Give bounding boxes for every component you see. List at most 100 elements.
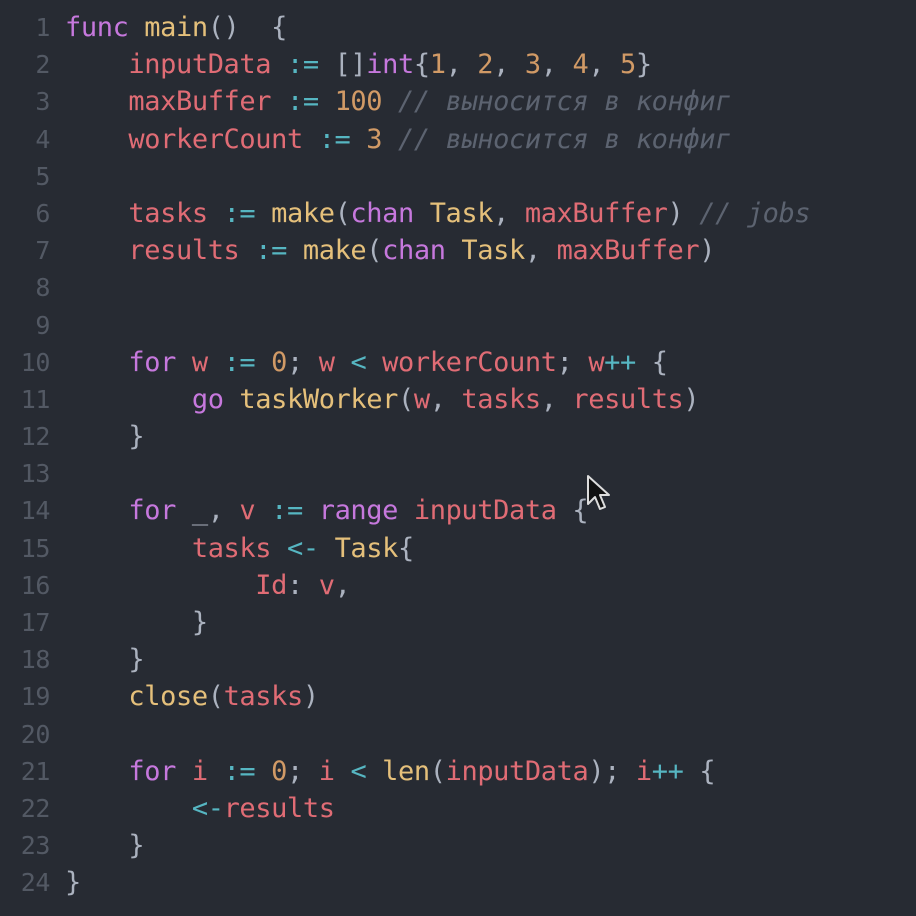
code-text[interactable]: func main() { xyxy=(50,9,287,46)
code-text[interactable]: } xyxy=(50,864,81,901)
line-number: 16 xyxy=(20,570,51,600)
code-line[interactable]: 11 go taskWorker(w, tasks, results) xyxy=(0,381,916,418)
code-text[interactable]: inputData := []int{1, 2, 3, 4, 5} xyxy=(50,46,652,83)
punctuation-token xyxy=(303,124,319,155)
punctuation-token: , xyxy=(334,569,351,601)
code-text[interactable] xyxy=(50,455,65,492)
code-text[interactable]: <-results xyxy=(50,790,335,827)
code-text[interactable]: workerCount := 3 // выносится в конфиг xyxy=(50,121,731,158)
code-text[interactable]: } xyxy=(50,641,144,678)
identifier-token: tasks xyxy=(191,532,272,564)
code-text[interactable]: } xyxy=(50,604,208,641)
line-number: 13 xyxy=(20,459,51,489)
operator-token: := xyxy=(255,235,287,267)
number-token: 4 xyxy=(572,49,589,81)
code-line[interactable]: 3 maxBuffer := 100 // выносится в конфиг xyxy=(0,83,916,120)
punctuation-token: ( xyxy=(366,235,383,267)
punctuation-token: ; xyxy=(287,346,319,378)
function-token: main xyxy=(144,12,208,43)
code-text[interactable] xyxy=(50,307,65,344)
line-number: 5 xyxy=(35,161,50,191)
code-text[interactable]: tasks := make(chan Task, maxBuffer) // j… xyxy=(50,195,810,232)
code-line[interactable]: 5 xyxy=(0,158,916,195)
code-line[interactable]: 8 xyxy=(0,269,916,306)
line-number: 24 xyxy=(20,868,51,898)
code-line[interactable]: 23 } xyxy=(0,827,916,864)
line-number: 9 xyxy=(35,310,50,340)
line-number: 14 xyxy=(20,496,51,526)
code-text[interactable]: for w := 0; w < workerCount; w++ { xyxy=(50,344,668,381)
operator-token: := xyxy=(223,755,256,787)
code-text[interactable]: Id: v, xyxy=(50,567,351,604)
code-line[interactable]: 9 xyxy=(0,307,916,344)
punctuation-token xyxy=(319,86,335,117)
identifier-token: maxBuffer xyxy=(128,86,272,118)
punctuation-token: ) xyxy=(683,383,700,415)
code-line[interactable]: 15 tasks <- Task{ xyxy=(0,530,916,567)
code-line[interactable]: 10 for w := 0; w < workerCount; w++ { xyxy=(0,344,916,381)
code-line[interactable]: 18 } xyxy=(0,641,916,678)
punctuation-token xyxy=(65,86,128,117)
punctuation-token: ; xyxy=(287,755,319,787)
punctuation-token: { xyxy=(556,495,589,527)
code-line[interactable]: 16 Id: v, xyxy=(0,567,916,604)
identifier-token: Id xyxy=(255,569,287,601)
punctuation-token xyxy=(65,793,192,824)
code-text[interactable]: results := make(chan Task, maxBuffer) xyxy=(50,232,715,269)
line-number: 22 xyxy=(20,793,51,823)
code-line[interactable]: 19 close(tasks) xyxy=(0,678,916,715)
punctuation-token xyxy=(398,495,414,526)
code-line[interactable]: 13 xyxy=(0,455,916,492)
code-text[interactable]: } xyxy=(50,418,144,455)
code-line[interactable]: 14 for _, v := range inputData { xyxy=(0,492,916,529)
punctuation-token xyxy=(255,347,271,378)
code-line[interactable]: 4 workerCount := 3 // выносится в конфиг xyxy=(0,121,916,158)
code-line[interactable]: 20 xyxy=(0,716,916,753)
punctuation-token xyxy=(271,533,287,564)
punctuation-token xyxy=(446,235,462,266)
punctuation-token: , xyxy=(445,49,478,81)
punctuation-token: _, xyxy=(176,495,240,527)
code-text[interactable] xyxy=(50,158,65,195)
punctuation-token xyxy=(65,570,255,601)
code-line[interactable]: 17 } xyxy=(0,604,916,641)
line-number: 8 xyxy=(35,273,50,303)
code-line[interactable]: 12 } xyxy=(0,418,916,455)
code-editor[interactable]: 1 func main() {2 inputData := []int{1, 2,… xyxy=(0,9,916,902)
code-text[interactable] xyxy=(50,269,65,306)
punctuation-token xyxy=(208,198,224,229)
code-text[interactable]: close(tasks) xyxy=(50,678,319,715)
code-text[interactable]: tasks <- Task{ xyxy=(50,530,414,567)
punctuation-token xyxy=(65,124,128,155)
identifier-token: w xyxy=(413,383,430,415)
line-number: 7 xyxy=(35,236,50,266)
code-line[interactable]: 1 func main() { xyxy=(0,9,916,46)
code-text[interactable] xyxy=(50,716,65,753)
code-line[interactable]: 22 <-results xyxy=(0,790,916,827)
identifier-token: workerCount xyxy=(128,123,303,155)
number-token: 0 xyxy=(271,346,288,378)
number-token: 2 xyxy=(477,49,494,81)
operator-token: <- xyxy=(191,792,224,824)
code-text[interactable]: for _, v := range inputData { xyxy=(50,492,588,529)
code-line[interactable]: 24} xyxy=(0,864,916,901)
code-text[interactable]: maxBuffer := 100 // выносится в конфиг xyxy=(50,83,731,120)
punctuation-token xyxy=(271,49,287,80)
code-text[interactable]: go taskWorker(w, tasks, results) xyxy=(50,381,700,418)
punctuation-token: ( xyxy=(429,755,446,787)
code-line[interactable]: 21 for i := 0; i < len(inputData); i++ { xyxy=(0,753,916,790)
punctuation-token xyxy=(65,681,128,712)
punctuation-token: , xyxy=(429,383,462,415)
identifier-token: tasks xyxy=(128,197,208,229)
operator-token: <- xyxy=(286,532,319,564)
operator-token: := xyxy=(223,197,256,229)
line-number: 18 xyxy=(20,645,51,675)
identifier-token: i xyxy=(191,755,208,787)
punctuation-token xyxy=(65,347,128,378)
code-text[interactable]: } xyxy=(50,827,144,864)
code-line[interactable]: 6 tasks := make(chan Task, maxBuffer) //… xyxy=(0,195,916,232)
code-text[interactable]: for i := 0; i < len(inputData); i++ { xyxy=(50,753,715,790)
type-token: Task xyxy=(461,235,525,267)
code-line[interactable]: 2 inputData := []int{1, 2, 3, 4, 5} xyxy=(0,46,916,83)
code-line[interactable]: 7 results := make(chan Task, maxBuffer) xyxy=(0,232,916,269)
